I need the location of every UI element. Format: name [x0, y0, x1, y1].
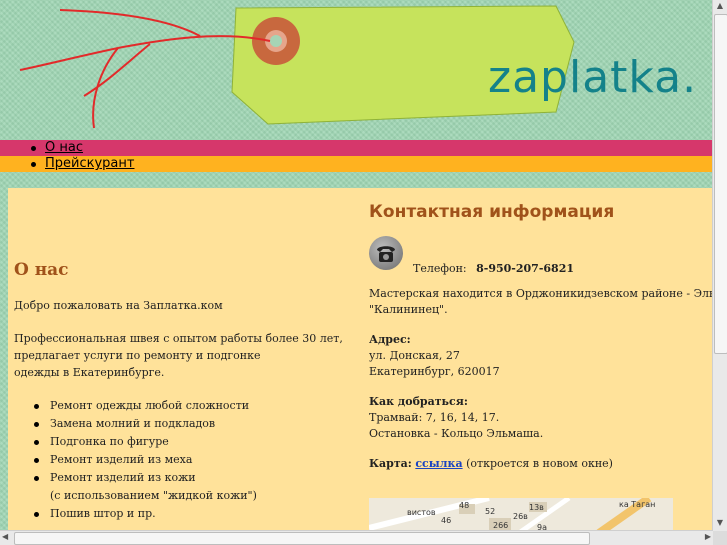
address-block: Адрес: ул. Донская, 27 Екатеринбург, 620…: [369, 332, 713, 380]
service-item: Ремонт изделий из кожи: [34, 469, 364, 487]
address-label: Адрес:: [369, 333, 411, 346]
tram-stop: Остановка - Кольцо Эльмаша.: [369, 427, 544, 440]
phone-number: 8-950-207-6821: [476, 262, 575, 275]
phone-label: Телефон:: [413, 262, 467, 275]
nav-item-price-list: Прейскурант: [0, 156, 713, 172]
scroll-up-arrow-icon[interactable]: ▲: [715, 1, 725, 13]
map-label-text: 13в: [529, 503, 544, 512]
nav-link-about[interactable]: О нас: [45, 140, 83, 155]
telephone-icon: [369, 236, 403, 270]
phone-row: Телефон: 8-950-207-6821: [369, 236, 713, 286]
scroll-right-arrow-icon[interactable]: ▶: [705, 532, 711, 541]
contact-heading: Контактная информация: [369, 202, 615, 222]
phone-text: Телефон: 8-950-207-6821: [413, 262, 574, 275]
address-street: ул. Донская, 27: [369, 349, 460, 362]
intro-line: одежды в Екатеринбурге.: [14, 366, 165, 379]
vertical-scroll-thumb[interactable]: [714, 14, 727, 354]
map-label: Карта:: [369, 457, 412, 470]
directions-label: Как добраться:: [369, 395, 468, 408]
map-label-text: вистов: [407, 508, 436, 517]
map-label-text: 46: [441, 516, 452, 525]
map-label-text: 48: [459, 501, 470, 510]
service-item: Пошив штор и пр.: [34, 505, 364, 523]
map-image[interactable]: 48 52 13в 26в 46 266 9а вистов ка Таган: [369, 498, 673, 533]
about-section: О нас Добро пожаловать на Заплатка.ком П…: [14, 260, 364, 523]
services-list: Ремонт одежды любой сложности Замена мол…: [14, 397, 364, 523]
contact-section: Контактная информация Телефон: 8-950-207…: [369, 202, 713, 486]
address-city: Екатеринбург, 620017: [369, 365, 500, 378]
nav-item-about: О нас: [0, 140, 713, 156]
main-nav: О нас Прейскурант: [0, 140, 713, 172]
scroll-left-arrow-icon[interactable]: ◀: [2, 532, 8, 541]
service-item: Ремонт одежды любой сложности: [34, 397, 364, 415]
location-text: Мастерская находится в Орджоникидзевском…: [369, 286, 713, 318]
tag-eyelet-hole: [270, 35, 282, 47]
map-label-text: 266: [493, 521, 509, 530]
header: zaplatka.: [0, 0, 713, 140]
scrollbar-corner: [713, 531, 727, 545]
location-line: Мастерская находится в Орджоникидзевском…: [369, 287, 713, 300]
content-area: О нас Добро пожаловать на Заплатка.ком П…: [8, 188, 713, 533]
horizontal-scroll-thumb[interactable]: [14, 532, 590, 545]
nav-link-price-list[interactable]: Прейскурант: [45, 156, 134, 171]
intro-line: Профессиональная швея с опытом работы бо…: [14, 332, 343, 345]
map-link[interactable]: ссылка: [415, 457, 462, 470]
intro-line: предлагает услуги по ремонту и подгонке: [14, 349, 261, 362]
map-label-text: 52: [485, 507, 496, 516]
directions-block: Как добраться: Трамвай: 7, 16, 14, 17. О…: [369, 394, 713, 442]
about-heading: О нас: [14, 260, 69, 280]
map-line: Карта: ссылка (откроется в новом окне): [369, 456, 713, 472]
scroll-down-arrow-icon[interactable]: ▼: [715, 518, 725, 530]
service-item: Подгонка по фигуре: [34, 433, 364, 451]
map-label-text: 26в: [513, 512, 528, 521]
service-item: Ремонт изделий из меха: [34, 451, 364, 469]
horizontal-scrollbar[interactable]: ◀ ▶: [0, 530, 713, 545]
site-logo[interactable]: zaplatka.: [488, 52, 697, 103]
map-note: (откроется в новом окне): [466, 457, 613, 470]
service-item: Замена молний и подкладов: [34, 415, 364, 433]
tram-routes: Трамвай: 7, 16, 14, 17.: [369, 411, 500, 424]
location-line: "Калининец".: [369, 303, 448, 316]
map-label-text: ка Таган: [619, 500, 656, 509]
welcome-text: Добро пожаловать на Заплатка.ком: [14, 299, 223, 312]
intro-text: Профессиональная швея с опытом работы бо…: [14, 330, 364, 381]
vertical-scrollbar[interactable]: ▲ ▼: [712, 0, 727, 531]
tag-string: [19, 9, 271, 129]
service-item-note: (с использованием "жидкой кожи"): [50, 489, 257, 502]
